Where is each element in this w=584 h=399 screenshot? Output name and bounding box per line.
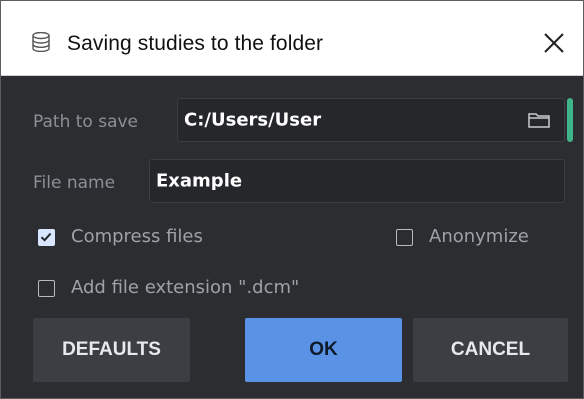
cancel-button[interactable]: CANCEL bbox=[413, 318, 568, 382]
defaults-button[interactable]: DEFAULTS bbox=[33, 318, 190, 382]
checkbox-unchecked-icon[interactable] bbox=[38, 279, 55, 297]
dialog-title: Saving studies to the folder bbox=[67, 32, 324, 55]
compress-files-label: Compress files bbox=[71, 226, 203, 247]
folder-icon[interactable] bbox=[528, 112, 550, 128]
file-name-value: Example bbox=[156, 170, 243, 192]
add-extension-checkbox[interactable]: Add file extension ".dcm" bbox=[38, 277, 299, 299]
path-value: C:/Users/User bbox=[184, 109, 322, 131]
database-icon bbox=[32, 31, 50, 53]
checkbox-checked-icon[interactable] bbox=[38, 228, 55, 246]
file-name-label: File name bbox=[33, 173, 116, 193]
dialog-body: Path to save C:/Users/User File name Exa… bbox=[1, 76, 583, 398]
path-label: Path to save bbox=[33, 112, 139, 132]
add-extension-label: Add file extension ".dcm" bbox=[71, 277, 300, 298]
save-dialog: Saving studies to the folder Path to sav… bbox=[0, 0, 584, 399]
title-bar: Saving studies to the folder bbox=[1, 1, 583, 76]
ok-button[interactable]: OK bbox=[245, 318, 402, 382]
scrollbar-accent bbox=[567, 98, 573, 142]
file-name-input[interactable]: Example bbox=[149, 159, 565, 203]
checkbox-unchecked-icon[interactable] bbox=[396, 228, 413, 246]
close-icon[interactable] bbox=[541, 30, 567, 56]
compress-files-checkbox[interactable]: Compress files bbox=[38, 226, 203, 248]
anonymize-label: Anonymize bbox=[429, 226, 529, 247]
anonymize-checkbox[interactable]: Anonymize bbox=[396, 226, 529, 248]
path-input[interactable]: C:/Users/User bbox=[177, 98, 565, 142]
